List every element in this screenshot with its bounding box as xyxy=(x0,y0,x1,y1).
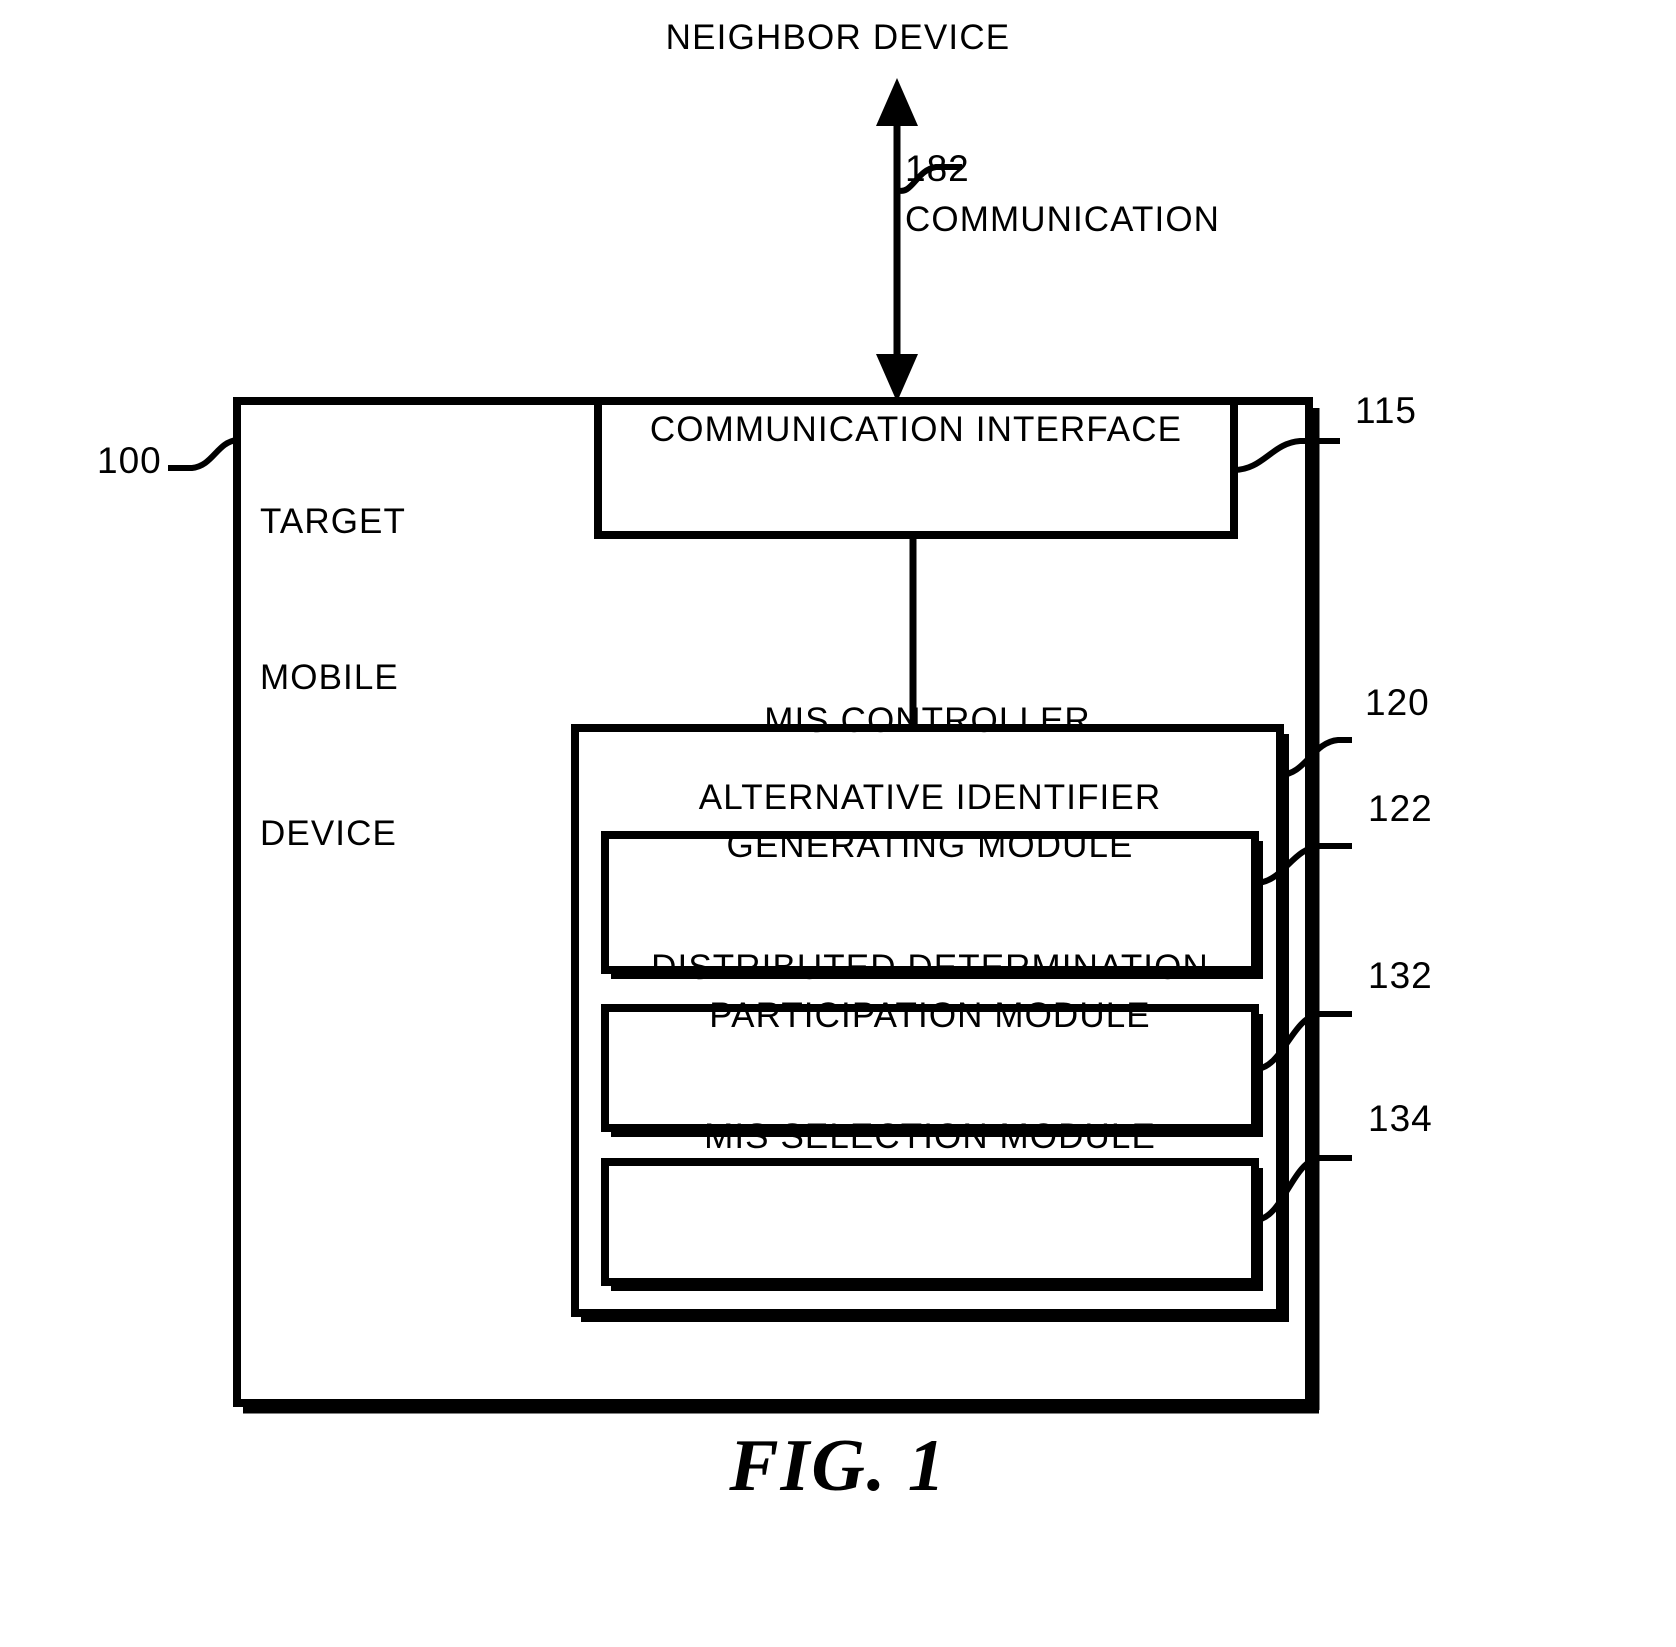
alternative-identifier-generating-module-label: ALTERNATIVE IDENTIFIER GENERATING MODULE xyxy=(605,774,1255,870)
module-132-line-1: DISTRIBUTED DETERMINATION xyxy=(651,948,1209,987)
ref-numeral-132: 132 xyxy=(1368,955,1433,996)
module-132-line-2: PARTICIPATION MODULE xyxy=(709,996,1151,1035)
module-134-line-1: MIS SELECTION MODULE xyxy=(704,1117,1156,1156)
neighbor-device-label: NEIGHBOR DEVICE xyxy=(665,18,1011,57)
leader-100 xyxy=(168,437,238,471)
ref-numeral-120: 120 xyxy=(1365,682,1430,723)
ref-numeral-134: 134 xyxy=(1368,1098,1433,1139)
ref-numeral-100: 100 xyxy=(97,440,162,481)
leader-122 xyxy=(1254,843,1352,886)
mis-selection-module-label: MIS SELECTION MODULE xyxy=(605,1113,1255,1161)
leader-134 xyxy=(1254,1155,1352,1223)
communication-arrow xyxy=(876,78,918,402)
leader-132 xyxy=(1254,1011,1352,1072)
device-title-line-1: TARGET xyxy=(260,502,406,541)
communication-link-label: COMMUNICATION xyxy=(905,200,1221,239)
ref-numeral-115: 115 xyxy=(1355,390,1417,431)
device-title-line-2: MOBILE xyxy=(260,658,399,697)
distributed-determination-participation-module-label: DISTRIBUTED DETERMINATION PARTICIPATION … xyxy=(605,944,1255,1040)
mis-controller-label: MIS CONTROLLER xyxy=(764,701,1091,740)
mis-selection-module-box xyxy=(601,1158,1259,1286)
leader-115 xyxy=(1233,438,1340,473)
target-mobile-device-title: TARGET MOBILE DEVICE xyxy=(260,392,406,964)
communication-interface-label: COMMUNICATION INTERFACE xyxy=(649,410,1183,449)
ref-numeral-122: 122 xyxy=(1368,788,1433,829)
module-122-line-2: GENERATING MODULE xyxy=(726,826,1134,865)
module-122-line-1: ALTERNATIVE IDENTIFIER xyxy=(698,778,1162,817)
figure-caption: FIG. 1 xyxy=(729,1425,947,1507)
patent-figure: NEIGHBOR DEVICE 182 COMMUNICATION 100 TA… xyxy=(0,0,1676,1647)
device-title-line-3: DEVICE xyxy=(260,814,397,853)
ref-numeral-182: 182 xyxy=(905,148,970,189)
